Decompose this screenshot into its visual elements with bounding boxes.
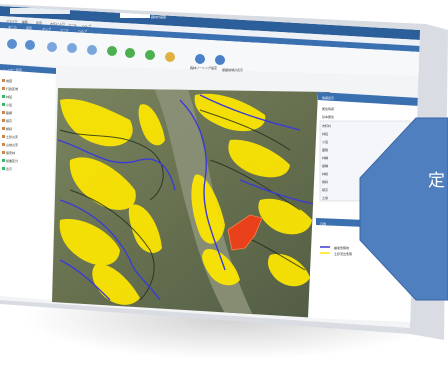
menu-file[interactable]: ファイル <box>6 18 18 23</box>
layer-item[interactable]: 土砂災害 <box>6 134 18 139</box>
sidebar-header: レイヤー表示 <box>4 67 22 72</box>
zoning-button[interactable] <box>215 55 225 65</box>
menu-edit[interactable]: 編集 <box>22 19 28 24</box>
attribute-label: 林班 <box>322 131 328 136</box>
attribute-label: 傾斜 <box>322 179 328 184</box>
info-button[interactable] <box>125 48 135 58</box>
layer-item[interactable]: 山地災害 <box>6 142 18 147</box>
layer-item[interactable]: 施業区分 <box>6 158 18 163</box>
layer-item[interactable]: 小班 <box>6 102 12 107</box>
layer-checkbox[interactable] <box>2 87 5 90</box>
attribute-row: 傾斜 <box>322 179 328 184</box>
attribute-row: 市町村 <box>322 123 331 128</box>
clear-button[interactable] <box>195 54 205 64</box>
zoom-out-button[interactable] <box>25 40 35 50</box>
legend-label: 崩壊危険地 <box>334 245 349 250</box>
layer-checkbox[interactable] <box>2 159 5 162</box>
callout-text: 定 <box>428 171 445 191</box>
layer-checkbox[interactable] <box>2 143 5 146</box>
layer-checkbox[interactable] <box>2 103 5 106</box>
attribute-label: 面積 <box>322 147 328 152</box>
layer-checkbox[interactable] <box>2 111 5 114</box>
layer-checkbox[interactable] <box>2 167 5 170</box>
zoom-in-button[interactable] <box>7 39 17 49</box>
layer-item[interactable]: 傾斜 <box>6 126 12 131</box>
monitor-screen: 森林計画図 ファイル 編集 表示 お気に入り ツール ヘルプ ホーム 表示 マッ… <box>0 0 448 371</box>
layer-checkbox[interactable] <box>2 95 5 98</box>
ribbon-tab-map[interactable]: マップ <box>42 26 51 31</box>
photo-scene: 森林計画図 ファイル 編集 表示 お気に入り ツール ヘルプ ホーム 表示 マッ… <box>0 0 448 371</box>
layer-item[interactable]: 標高 <box>6 118 12 123</box>
layer-item[interactable]: 表示 <box>6 166 12 171</box>
attribute-label: 樹種 <box>322 163 328 168</box>
layer-item[interactable]: 行政区域 <box>6 86 18 91</box>
layer-checkbox[interactable] <box>2 151 5 154</box>
attribute-label: 標高 <box>322 187 328 192</box>
ribbon-tab-tools[interactable]: ツール <box>60 28 69 32</box>
layer-button[interactable] <box>145 50 155 60</box>
attribute-label: 土壌 <box>322 195 328 200</box>
pan-button[interactable] <box>47 42 57 52</box>
print-button[interactable] <box>87 45 97 55</box>
layer-checkbox[interactable] <box>2 79 5 82</box>
attribute-row: 林齢 <box>322 171 328 176</box>
attribute-label: 市町村 <box>322 123 331 128</box>
attribute-label: 小班 <box>322 139 328 144</box>
layer-item[interactable]: 路網 <box>6 110 12 115</box>
attribute-label: 林種 <box>322 155 328 160</box>
measure-button[interactable] <box>67 43 77 53</box>
layer-checkbox[interactable] <box>2 119 5 122</box>
protected-area-button-label: 保護地域の表示 <box>222 67 243 72</box>
select-button[interactable] <box>107 46 117 56</box>
attribute-row: 標高 <box>322 187 328 192</box>
info-panel-subheader: 属性情報 <box>322 106 334 111</box>
zoning-button-label: 森林ゾーニング設定 <box>190 65 217 70</box>
legend-label: 土砂流出危険 <box>334 251 352 256</box>
layer-checkbox[interactable] <box>2 135 5 138</box>
layer-item[interactable]: 保安林 <box>6 150 15 155</box>
attribute-row: 面積 <box>322 147 328 152</box>
screen-rendering: 森林計画図 ファイル 編集 表示 お気に入り ツール ヘルプ ホーム 表示 マッ… <box>0 4 448 340</box>
info-panel-header: 情報表示 <box>322 95 334 100</box>
layer-item[interactable]: 林班 <box>6 94 12 99</box>
info-panel-section-title: 基本属性 <box>322 114 334 119</box>
search-button[interactable] <box>165 52 175 62</box>
attribute-row: 林班 <box>322 131 328 136</box>
ribbon-tab-home[interactable]: ホーム <box>8 24 17 29</box>
layer-sidebar <box>0 64 56 300</box>
legend-header: 凡例 <box>320 221 326 226</box>
ribbon-tab-view[interactable]: 表示 <box>26 25 32 30</box>
map-canvas[interactable] <box>40 80 340 330</box>
attribute-row: 小班 <box>322 139 328 144</box>
layer-item[interactable]: 地図 <box>6 78 12 83</box>
ribbon-tab-help[interactable]: ヘルプ <box>78 28 87 33</box>
layer-checkbox[interactable] <box>2 127 5 130</box>
attribute-label: 林齢 <box>322 171 328 176</box>
attribute-row: 林種 <box>322 155 328 160</box>
attribute-row: 樹種 <box>322 163 328 168</box>
attribute-row: 土壌 <box>322 195 328 200</box>
